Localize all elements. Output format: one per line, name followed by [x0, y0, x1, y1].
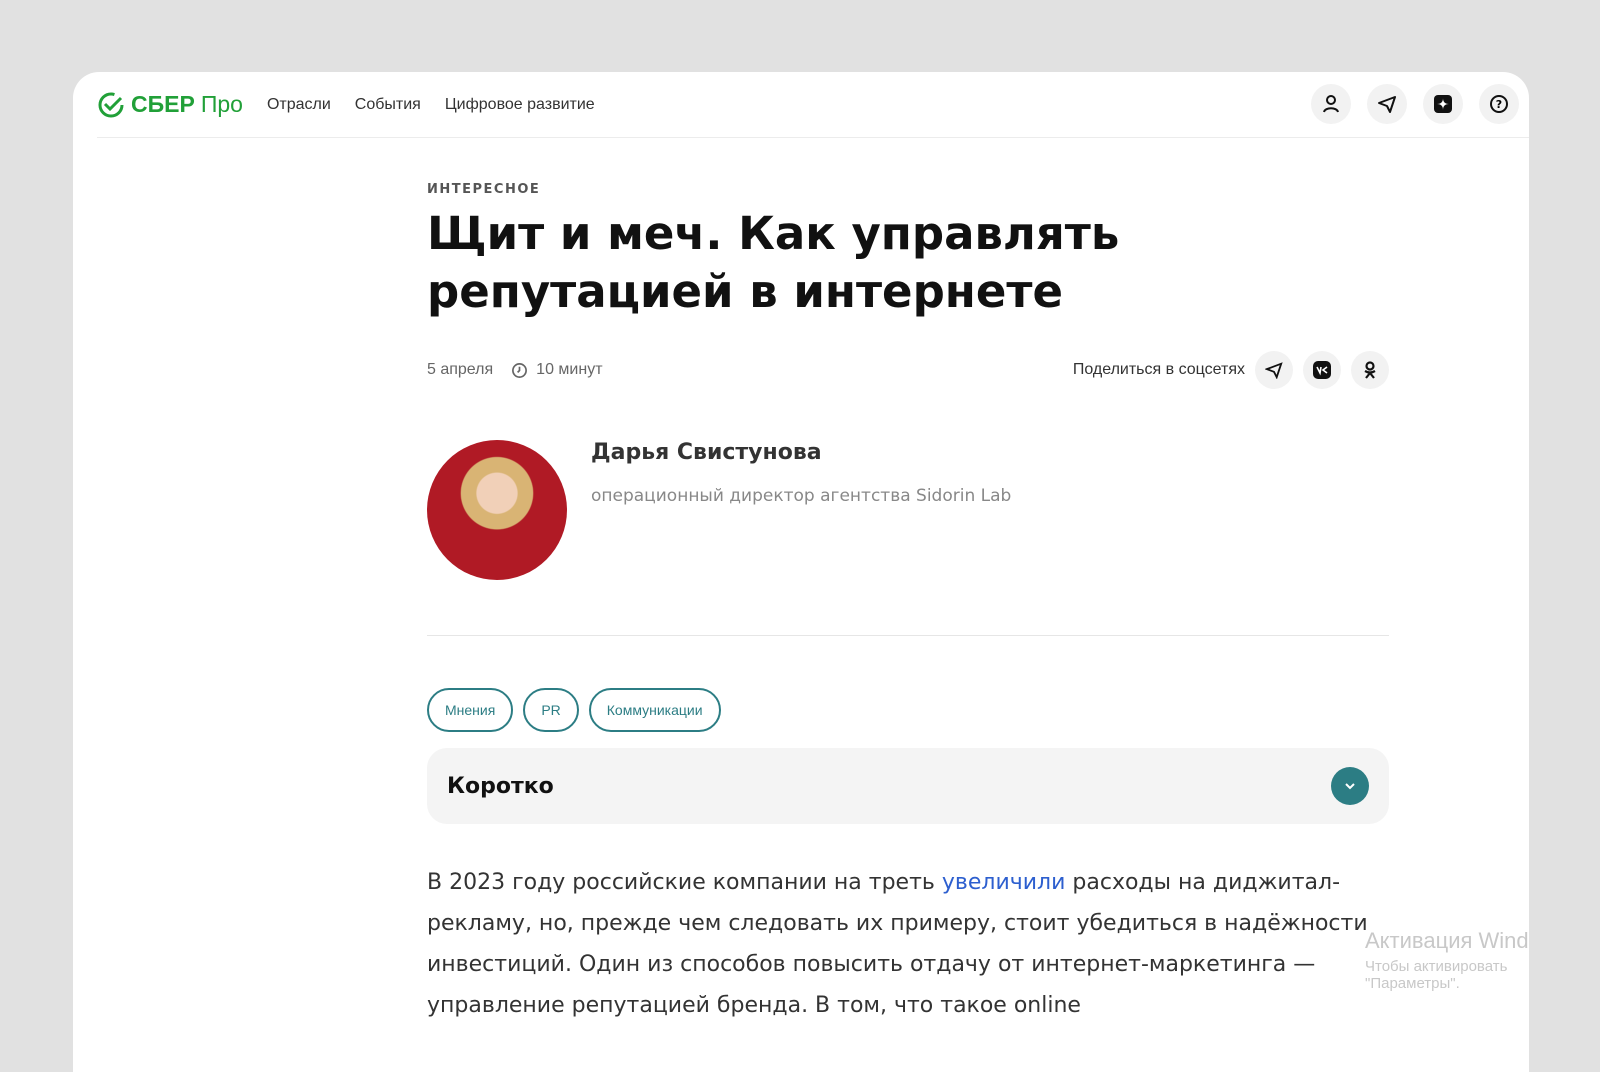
share-telegram[interactable]: [1255, 351, 1293, 389]
site-header: СБЕР Про Отрасли События Цифровое развити…: [97, 72, 1529, 138]
divider: [427, 635, 1389, 636]
chevron-down-icon: [1345, 783, 1355, 790]
nav-digital[interactable]: Цифровое развитие: [445, 96, 595, 114]
nav-events[interactable]: События: [355, 96, 421, 114]
nav-industries[interactable]: Отрасли: [267, 96, 331, 114]
share-vk[interactable]: [1303, 351, 1341, 389]
tag-opinions[interactable]: Мнения: [427, 688, 514, 732]
dzen-button[interactable]: [1423, 84, 1463, 124]
clock-icon: [512, 362, 528, 378]
source-link[interactable]: увеличили: [942, 870, 1066, 895]
logo-text: СБЕР: [131, 91, 195, 117]
article-title: Щит и меч. Как управлять репутацией в ин…: [427, 207, 1120, 318]
expand-button[interactable]: [1331, 767, 1369, 805]
summary-accordion[interactable]: Коротко: [427, 748, 1389, 824]
article-meta: 5 апреля 10 минут Поделиться в соцсетях: [427, 350, 1389, 390]
help-button[interactable]: ?: [1479, 84, 1519, 124]
article-paragraph: В 2023 году российские компании на треть…: [427, 862, 1389, 1026]
telegram-button[interactable]: [1367, 84, 1407, 124]
help-icon: ?: [1490, 95, 1508, 113]
windows-watermark: Активация Windows Чтобы активировать "Па…: [1365, 928, 1529, 992]
tag-list: Мнения PR Коммуникации: [427, 688, 1389, 732]
author-name[interactable]: Дарья Свистунова: [591, 440, 1529, 465]
watermark-sub2: "Параметры".: [1365, 975, 1460, 992]
share-label: Поделиться в соцсетях: [1072, 361, 1245, 378]
odnoklassniki-icon: [1364, 361, 1376, 379]
page-card: СБЕР Про Отрасли События Цифровое развити…: [73, 72, 1529, 1072]
tag-communications[interactable]: Коммуникации: [588, 688, 721, 732]
watermark-title: Активация Windows: [1365, 928, 1529, 953]
share-ok[interactable]: [1351, 351, 1389, 389]
para-text: В 2023 году российские компании на треть: [427, 870, 942, 895]
user-icon: [1323, 95, 1339, 113]
read-time: 10 минут: [536, 361, 603, 378]
author-avatar[interactable]: [427, 440, 567, 580]
watermark-sub: Чтобы активировать: [1365, 958, 1508, 975]
rubric[interactable]: ИНТЕРЕСНОЕ: [427, 182, 1389, 197]
logo-suffix: Про: [200, 91, 243, 117]
summary-label: Коротко: [447, 773, 554, 799]
sber-logo-icon: [98, 92, 124, 117]
tag-pr[interactable]: PR: [523, 688, 579, 732]
telegram-icon: [1265, 362, 1283, 379]
vk-icon: [1313, 361, 1331, 379]
telegram-icon: [1378, 96, 1396, 113]
profile-button[interactable]: [1311, 84, 1351, 124]
svg-text:?: ?: [1496, 98, 1502, 111]
author-role: операционный директор агентства Sidorin …: [591, 486, 1012, 506]
date: 5 апреля: [427, 361, 494, 378]
logo[interactable]: СБЕР Про: [97, 91, 243, 119]
dzen-icon: [1434, 95, 1452, 113]
